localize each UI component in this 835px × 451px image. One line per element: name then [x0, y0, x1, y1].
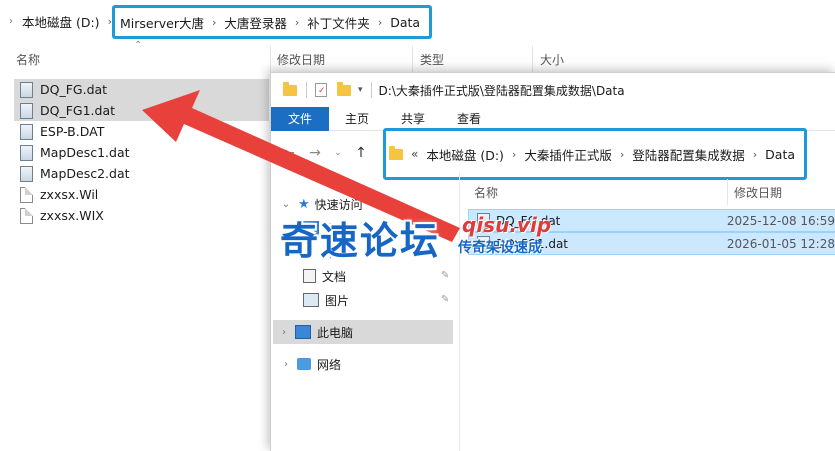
sidebar-label: 此电脑 [317, 325, 354, 340]
sidebar-label: 文档 [322, 269, 347, 284]
back-crumb-drive[interactable]: 本地磁盘 (D:) [22, 12, 100, 31]
col-divider [270, 46, 271, 72]
file-name: MapDesc2.dat [40, 166, 130, 181]
sidebar-item-pictures[interactable]: 图片 [303, 288, 349, 312]
chevron-right-icon: › [619, 147, 625, 161]
file-name: MapDesc1.dat [40, 145, 130, 160]
front-crumb-plugin[interactable]: 大秦插件正式版 [524, 145, 612, 164]
dat-file-icon [20, 123, 33, 140]
document-icon [303, 269, 316, 283]
screenshot-stage: › 本地磁盘 (D:) › Mirserver大唐 › 大唐登录器 › 补丁文件… [0, 0, 835, 451]
file-name: ESP-B.DAT [40, 124, 105, 139]
computer-icon [295, 325, 311, 339]
back-col-type[interactable]: 类型 [420, 48, 444, 70]
col-divider [532, 46, 533, 72]
chevron-right-icon: › [211, 15, 217, 29]
plain-file-icon [20, 186, 33, 203]
file-modified: 2026-01-05 12:28 [726, 236, 835, 251]
back-col-name[interactable]: 名称 [16, 48, 40, 70]
pictures-icon [303, 293, 319, 307]
front-crumb-config[interactable]: 登陆器配置集成数据 [632, 145, 745, 164]
col-divider [727, 179, 728, 205]
chevron-right-icon: › [511, 147, 517, 161]
chevron-right-icon: › [282, 326, 286, 338]
file-name: DQ_FG1.dat [40, 103, 116, 118]
file-modified: 2025-12-08 16:59 [726, 213, 835, 228]
back-breadcrumb: Mirserver大唐 › 大唐登录器 › 补丁文件夹 › Data [120, 5, 420, 39]
dat-file-icon [20, 102, 33, 119]
file-name: zxxsx.Wil [40, 187, 99, 202]
dat-file-icon [20, 144, 33, 161]
chevron-right-icon: › [9, 15, 13, 27]
chevron-right-icon: › [377, 15, 383, 29]
back-col-modified[interactable]: 修改日期 [277, 48, 325, 70]
sort-up-icon: ⌃ [134, 40, 143, 51]
sidebar-item-documents[interactable]: 文档 [303, 264, 346, 288]
pin-icon[interactable]: ✎ [441, 294, 449, 305]
chevron-right-icon: › [284, 358, 288, 370]
back-crumb-launcher[interactable]: 大唐登录器 [224, 13, 287, 32]
front-crumb-data[interactable]: Data [765, 147, 795, 162]
sidebar-label: 网络 [317, 357, 342, 372]
dat-file-icon [20, 81, 33, 98]
sidebar-item-network[interactable]: › 网络 [279, 352, 341, 376]
chevron-right-icon: › [752, 147, 758, 161]
back-crumb-patch[interactable]: 补丁文件夹 [307, 13, 370, 32]
watermark-url: qisu.vip [462, 213, 552, 237]
back-crumb-data[interactable]: Data [390, 15, 420, 30]
sidebar-item-this-pc[interactable]: › 此电脑 [273, 320, 453, 344]
sidebar-label: 图片 [325, 293, 350, 308]
file-name: DQ_FG.dat [40, 82, 108, 97]
pin-icon[interactable]: ✎ [441, 270, 449, 281]
file-name: zxxsx.WIX [40, 208, 104, 223]
network-icon [297, 358, 311, 370]
col-divider [412, 46, 413, 72]
front-col-name[interactable]: 名称 [474, 181, 498, 203]
dat-file-icon [20, 165, 33, 182]
back-crumb-mirserver[interactable]: Mirserver大唐 [120, 13, 204, 32]
plain-file-icon [20, 207, 33, 224]
front-col-modified[interactable]: 修改日期 [734, 181, 782, 203]
watermark-slogan: 传奇架设速成 [458, 240, 542, 256]
chevron-right-icon: › [294, 15, 300, 29]
back-col-size[interactable]: 大小 [540, 48, 564, 70]
watermark-brand: 奇速论坛 [280, 219, 441, 263]
